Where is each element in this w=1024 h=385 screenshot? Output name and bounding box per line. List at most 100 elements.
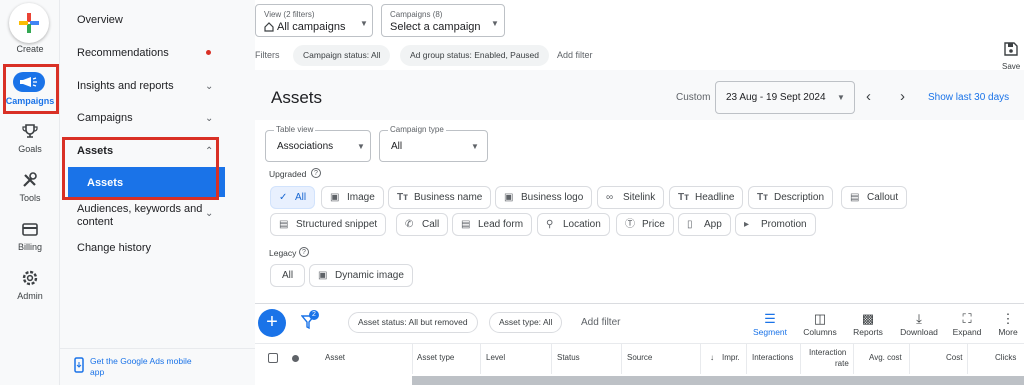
col-header-asset[interactable]: Asset [325,353,345,362]
column-separator [551,343,552,374]
chip-headline[interactable]: Tт Headline [669,186,744,209]
chip-callout[interactable]: ▤ Callout [841,186,908,209]
col-header-level[interactable]: Level [486,353,505,362]
reports-button[interactable]: ▩ Reports [848,311,888,337]
next-period-icon[interactable]: › [900,88,905,105]
nav-item-overview[interactable]: Overview [77,14,123,26]
goals-nav-label[interactable]: Goals [0,144,60,154]
add-filter-link[interactable]: Add filter [581,317,620,328]
price-icon: Ⓣ [625,219,635,230]
column-separator [480,343,481,374]
chip-image[interactable]: ▣ Image [321,186,384,209]
nav-item-insights[interactable]: Insights and reports [77,80,174,92]
chip-sitelink[interactable]: ∞ Sitelink [597,186,665,209]
chevron-down-icon[interactable]: ⌄ [205,113,213,124]
column-separator [746,343,747,374]
col-header-source[interactable]: Source [627,353,652,362]
columns-label: Columns [803,327,837,337]
chip-price[interactable]: Ⓣ Price [616,213,674,236]
chip-lead-form[interactable]: ▤ Lead form [452,213,533,236]
reports-label: Reports [853,327,883,337]
tools-nav-label[interactable]: Tools [0,193,60,203]
previous-period-icon[interactable]: ‹ [866,88,871,105]
date-range-value: 23 Aug - 19 Sept 2024 [726,92,826,103]
nav-item-campaigns[interactable]: Campaigns [77,112,133,124]
phone-icon [74,357,84,373]
campaign-select-value: Select a campaign [390,21,481,33]
credit-card-icon[interactable] [21,220,39,238]
campaign-select-dropdown[interactable]: Campaigns (8) Select a campaign ▼ [381,4,505,37]
check-icon: ✓ [279,192,288,203]
legacy-chip-dynamic-image[interactable]: ▣ Dynamic image [309,264,413,287]
column-separator [909,343,910,374]
table-view-dropdown[interactable]: Table view Associations ▼ [265,125,371,162]
more-button[interactable]: ⋮ More [993,311,1023,337]
mobile-app-link-line2[interactable]: app [90,367,104,377]
chip-label: Lead form [478,219,524,230]
selection-tail [218,170,225,194]
chip-business-logo[interactable]: ▣ Business logo [495,186,593,209]
create-button[interactable] [9,3,49,43]
save-icon[interactable] [1004,42,1018,56]
trophy-icon[interactable] [21,122,39,140]
chevron-down-icon[interactable]: ⌄ [205,208,213,219]
column-separator [412,343,413,374]
image-icon: ▣ [330,192,340,203]
chip-label: All [295,192,307,203]
chip-label: Callout [867,192,899,203]
filter-chip-asset-status[interactable]: Asset status: All but removed [348,312,478,333]
col-header-asset-type[interactable]: Asset type [417,353,454,362]
table-view-label: Table view [274,125,316,134]
campaign-type-dropdown[interactable]: Campaign type All ▼ [379,125,488,162]
nav-item-recommendations[interactable]: Recommendations [77,47,169,59]
date-range-picker[interactable]: 23 Aug - 19 Sept 2024 ▼ [715,81,855,114]
billing-nav-label[interactable]: Billing [0,242,60,252]
table-view-value: Associations [277,141,334,152]
reports-icon: ▩ [861,311,875,326]
nav-item-audiences[interactable]: Audiences, keywords and [77,203,202,215]
col-header-status[interactable]: Status [557,353,580,362]
col-header-cost[interactable]: Cost [946,353,962,362]
sort-desc-icon[interactable]: ↓ [710,353,714,362]
col-header-interaction-rate-line2[interactable]: rate [835,359,849,368]
nav-item-change-history[interactable]: Change history [77,242,151,254]
chip-promotion[interactable]: ▸ Promotion [735,213,816,236]
chip-structured-snippet[interactable]: ▤ Structured snippet [270,213,387,236]
download-button[interactable]: ⤓ Download [897,311,941,337]
chip-all[interactable]: ✓ All [270,186,316,209]
columns-button[interactable]: ◫ Columns [800,311,840,337]
legacy-chip-all[interactable]: All [270,264,306,287]
column-separator [853,343,854,374]
filter-chip-ad-group-status[interactable]: Ad group status: Enabled, Paused [400,45,550,66]
tools-icon[interactable] [21,171,39,189]
select-all-checkbox[interactable] [268,353,278,363]
horizontal-scrollbar[interactable] [412,376,1024,385]
col-header-avg-cost[interactable]: Avg. cost [869,353,902,362]
filter-chip-asset-type[interactable]: Asset type: All [489,312,563,333]
admin-nav-label[interactable]: Admin [0,291,60,301]
chip-call[interactable]: ✆ Call [396,213,449,236]
view-filter-dropdown[interactable]: View (2 filters) All campaigns ▼ [255,4,373,37]
nav-item-audiences-line2[interactable]: content [77,216,113,228]
add-filter-link[interactable]: Add filter [557,50,593,60]
chip-location[interactable]: ⚲ Location [537,213,610,236]
segment-button[interactable]: ☰ Segment [750,311,790,337]
expand-button[interactable]: ⛶ Expand [947,311,987,337]
col-header-interaction-rate[interactable]: Interaction [809,348,846,357]
chevron-down-icon[interactable]: ⌄ [205,81,213,92]
filter-chip-campaign-status[interactable]: Campaign status: All [293,45,391,66]
help-icon[interactable]: ? [311,168,321,178]
show-last-30-days-link[interactable]: Show last 30 days [928,92,1009,103]
chip-app[interactable]: ▯ App [678,213,731,236]
image-icon: ▣ [504,192,514,203]
add-asset-button[interactable]: + [258,309,286,337]
chip-description[interactable]: Tт Description [748,186,834,209]
col-header-impr[interactable]: Impr. [722,353,740,362]
col-header-clicks[interactable]: Clicks [995,353,1016,362]
chip-business-name[interactable]: Tт Business name [388,186,492,209]
mobile-app-link[interactable]: Get the Google Ads mobile [90,356,192,366]
main-area: View (2 filters) All campaigns ▼ Campaig… [255,0,1024,385]
col-header-interactions[interactable]: Interactions [752,353,793,362]
gear-icon[interactable] [21,269,39,287]
help-icon[interactable]: ? [299,247,309,257]
